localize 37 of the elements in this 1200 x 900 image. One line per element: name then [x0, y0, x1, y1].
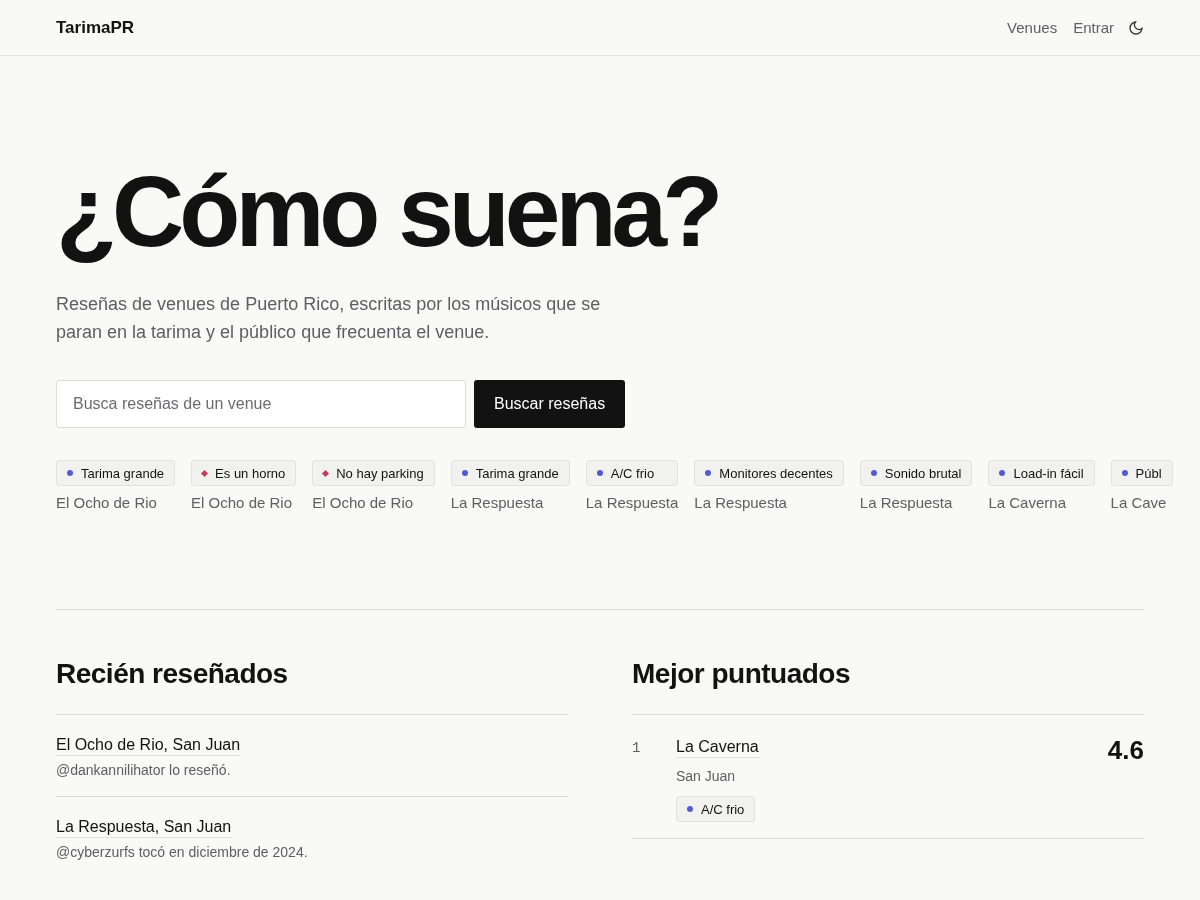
section-title: Mejor puntuados — [632, 658, 852, 690]
moon-icon[interactable] — [1128, 19, 1144, 36]
venue-name[interactable]: La Respuesta — [859, 494, 973, 511]
brand-logo[interactable]: TarimaPR — [56, 17, 1008, 38]
review-note: @dankannilihator lo reseñó. — [56, 762, 232, 778]
venue-name[interactable]: La Caverna — [988, 494, 1095, 511]
venue-name[interactable]: La Cave — [1110, 494, 1173, 511]
tag-chip[interactable]: A/C frio — [585, 460, 679, 486]
score-value: 4.6 — [1107, 737, 1144, 767]
tag-chip[interactable]: Load-in fácil — [988, 460, 1095, 486]
venue-name[interactable]: El Ocho de Rio — [56, 494, 176, 511]
venue-name[interactable]: La Respuesta — [585, 494, 679, 511]
venue-name[interactable]: La Respuesta — [450, 494, 570, 511]
city-name: San Juan — [676, 768, 737, 784]
nav-link[interactable]: Venues — [1007, 19, 1058, 36]
tag-chip[interactable]: Monitores decentes — [694, 460, 844, 486]
venue-link[interactable]: La Caverna — [676, 737, 759, 758]
tag-chip[interactable]: Públ — [1110, 460, 1173, 486]
venue-name[interactable]: El Ocho de Rio — [312, 494, 435, 511]
tag-chip[interactable]: Tarima grande — [56, 460, 176, 486]
hero-title: ¿Cómo suena? — [56, 156, 720, 266]
rank-number: 1 — [632, 739, 642, 758]
hero-subtitle: Reseñas de venues de Puerto Rico, escritas por los músicos que se paran en la tarima y el público que frecuenta el venue. — [56, 293, 602, 344]
nav-link[interactable]: Entrar — [1073, 19, 1114, 36]
search-field[interactable]: Busca reseñas de un venue — [56, 380, 466, 428]
venue-name[interactable]: La Respuesta — [694, 494, 844, 511]
venue-link[interactable]: El Ocho de Rio, San Juan — [56, 735, 241, 756]
venue-link[interactable]: La Respuesta, San Juan — [56, 817, 232, 838]
search-button[interactable]: Buscar reseñas — [474, 380, 626, 428]
section-title: Recién reseñados — [56, 658, 289, 690]
venue-name[interactable]: El Ocho de Rio — [191, 494, 297, 511]
review-note: @cyberzurfs tocó en diciembre de 2024. — [56, 844, 309, 860]
tag-chip[interactable]: Sonido brutal — [859, 460, 973, 486]
tag-chip[interactable]: No hay parking — [312, 460, 435, 486]
tag-chip[interactable]: Es un horno — [191, 460, 297, 486]
tag-chip[interactable]: A/C frio — [676, 796, 756, 822]
tag-chip[interactable]: Tarima grande — [450, 460, 570, 486]
